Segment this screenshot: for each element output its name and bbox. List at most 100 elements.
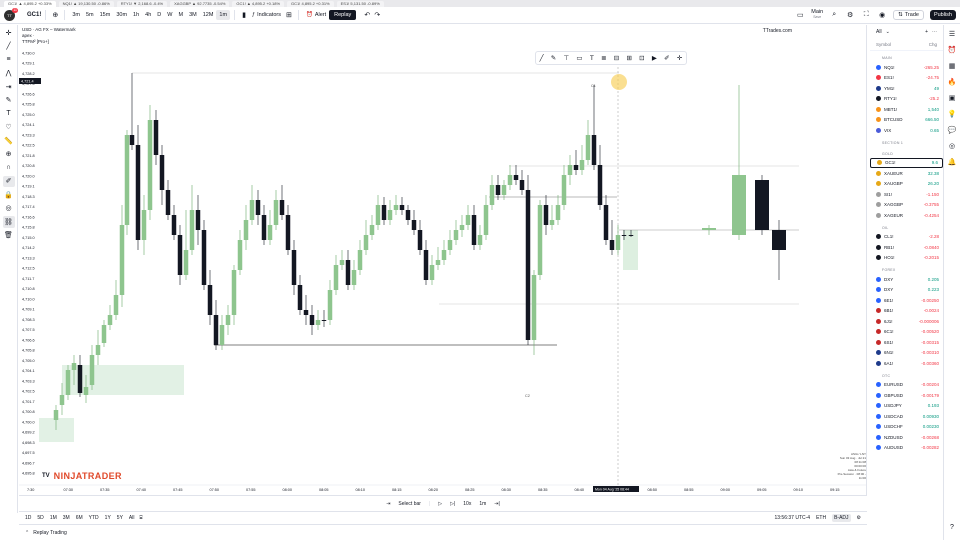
templates-icon[interactable]: ⊞ — [284, 10, 294, 20]
add-icon[interactable]: + — [925, 29, 928, 35]
watchlist-section-header[interactable]: SECTION 1 — [870, 136, 943, 147]
watchlist-row[interactable]: NZDUSD -0.00268 — [870, 432, 943, 443]
watchlist-row[interactable]: DXY 0.223 — [870, 285, 943, 296]
interval-1m[interactable]: 1m — [216, 10, 231, 20]
layout-selector[interactable]: Main Save — [811, 9, 823, 20]
trade-button[interactable]: ⇅ Trade — [893, 10, 924, 20]
chevron-down-icon[interactable]: ⌄ — [886, 29, 890, 35]
data-window-icon[interactable]: ▦ — [947, 61, 957, 71]
calendar-icon[interactable]: ⌸ — [139, 515, 142, 521]
col-symbol[interactable]: Symbol — [876, 42, 891, 47]
trendline-icon[interactable]: ╱ — [3, 41, 15, 53]
watchlist-row[interactable]: CL1! -2.28 — [870, 232, 943, 243]
range-1d[interactable]: 1D — [25, 515, 31, 521]
hotlists-icon[interactable]: 🔥 — [947, 77, 957, 87]
position-tool-icon[interactable]: ⊞ — [626, 54, 631, 62]
watchlist-row[interactable]: GC1! 9.6 — [870, 157, 943, 168]
range-5y[interactable]: 5Y — [117, 515, 123, 521]
watchlist-row[interactable]: 6S1! -0.00315 — [870, 337, 943, 348]
eye-icon[interactable]: ◎ — [3, 203, 15, 215]
interval-d[interactable]: D — [154, 12, 164, 18]
fullscreen-icon[interactable]: ⛶ — [861, 10, 871, 20]
interval-15m[interactable]: 15m — [97, 12, 114, 18]
browser-tab[interactable]: NQ1! ▲ 19,130.50 -0.86% — [58, 0, 114, 7]
symbol-search[interactable]: GC1! — [23, 10, 47, 20]
browser-tab[interactable]: GC1! ▲ 4,895.2 +0.18% — [232, 0, 285, 7]
replay-button[interactable]: Replay — [329, 10, 357, 20]
watchlist-row[interactable]: 6J1! -0.000006 — [870, 316, 943, 327]
watchlist-row[interactable]: USDCHF 0.00230 — [870, 422, 943, 433]
brush-icon[interactable]: ✎ — [3, 95, 15, 107]
notifications-icon[interactable]: 🔔 — [947, 157, 957, 167]
chevron-up-icon[interactable]: ⌃ — [25, 530, 29, 536]
watchlist-row[interactable]: USDJPY 0.193 — [870, 401, 943, 412]
interval-5m[interactable]: 5m — [83, 12, 97, 18]
browser-tab[interactable]: RTY1! ▼ 2,168.6 -0.4% — [116, 0, 168, 7]
watchlist-section-header[interactable]: OIL — [870, 221, 943, 232]
settings-icon[interactable]: ⚙ — [845, 10, 855, 20]
trash-icon[interactable]: 🗑 — [3, 230, 15, 242]
speed-selector[interactable]: 10x — [463, 501, 471, 507]
chat-icon[interactable]: 💬 — [947, 125, 957, 135]
indicators-button[interactable]: ƒ Indicators — [249, 11, 284, 19]
watchlist-row[interactable]: BTCUSD 666.50 — [870, 115, 943, 126]
replay-interval[interactable]: 1m — [479, 501, 486, 507]
range-ytd[interactable]: YTD — [89, 515, 99, 521]
browser-tab[interactable]: GC1! ▲ 4,895.2 +0.33% — [4, 0, 56, 7]
browser-tab[interactable]: XAGGBP ▲ 92.7735 -0.54% — [170, 0, 230, 7]
watchlist-row[interactable]: VIX 0.65 — [870, 125, 943, 136]
crosshair-icon[interactable]: ✛ — [3, 27, 15, 39]
watchlist-row[interactable]: DXY 0.205 — [870, 274, 943, 285]
play-tool-icon[interactable]: ▶ — [652, 54, 657, 62]
watchlist-row[interactable]: XAGEUR -0.4254 — [870, 210, 943, 221]
watchlist-section-header[interactable]: OTC — [870, 369, 943, 380]
settings-icon[interactable]: ⚙ — [857, 515, 861, 521]
interval-30m[interactable]: 30m — [113, 12, 130, 18]
step-forward-icon[interactable]: ▷| — [450, 501, 455, 507]
interval-1h[interactable]: 1h — [130, 12, 142, 18]
watchlist-icon[interactable]: ☰ — [947, 29, 957, 39]
watchlist-row[interactable]: USDCAD 0.00930 — [870, 411, 943, 422]
help-icon[interactable]: ? — [947, 522, 957, 532]
adjustment-toggle[interactable]: B-ADJ — [832, 514, 851, 522]
measure-tool-icon[interactable]: ⊤ — [564, 54, 570, 62]
pen-tool-icon[interactable]: ✎ — [551, 54, 556, 62]
chart-pane[interactable]: 4,730.0 4,729.1 4,728.2 4,727.4 4,726.6 4,725… — [19, 25, 867, 495]
watchlist-row[interactable]: 6A1! -0.00360 — [870, 358, 943, 369]
range-tool-icon[interactable]: ⊟ — [614, 54, 619, 62]
browser-tab[interactable]: ES1! 5,131.50 -0.89% — [336, 0, 384, 7]
interval-12m[interactable]: 12M — [200, 12, 217, 18]
range-all[interactable]: All — [129, 515, 135, 521]
col-chg[interactable]: Chg — [929, 42, 937, 47]
watchlist-row[interactable]: MBT1! 1,540 — [870, 104, 943, 115]
more-icon[interactable]: ⋯ — [932, 29, 937, 35]
legend-line-3[interactable]: TTFM² [Pro+] — [22, 39, 76, 45]
watchlist-section-header[interactable]: GOLD — [870, 147, 943, 158]
chart-type-icon[interactable]: ▮ — [239, 10, 249, 20]
interval-3m[interactable]: 3M — [186, 12, 200, 18]
watchlist-row[interactable]: 6N1! -0.00310 — [870, 348, 943, 359]
candlestick-chart[interactable]: 4,730.04,729.14,728.24,727.44,726.64,725… — [19, 25, 867, 495]
lock-icon[interactable]: 🔒 — [3, 189, 15, 201]
projection-tool-icon[interactable]: ⊡ — [639, 54, 644, 62]
publish-button[interactable]: Publish — [929, 10, 956, 20]
watchlist-row[interactable]: RB1! -0.0840 — [870, 242, 943, 253]
watchlist-row[interactable]: YM1! 49 — [870, 83, 943, 94]
interval-m[interactable]: M — [175, 12, 186, 18]
link-icon[interactable]: ⛓ — [2, 216, 15, 228]
jump-to-realtime-icon[interactable]: ⇥| — [494, 501, 500, 507]
interval-w[interactable]: W — [164, 12, 175, 18]
add-symbol-icon[interactable]: ⊕ — [50, 10, 60, 20]
range-5d[interactable]: 5D — [37, 515, 43, 521]
calendar-icon[interactable]: ▣ — [947, 93, 957, 103]
interval-4h[interactable]: 4h — [142, 12, 154, 18]
alerts-icon[interactable]: ⏰ — [947, 45, 957, 55]
watchlist-row[interactable]: 6B1! -0.0024 — [870, 306, 943, 317]
interval-3m[interactable]: 3m — [69, 12, 83, 18]
rect-tool-icon[interactable]: ▭ — [576, 54, 582, 62]
play-icon[interactable]: ▷ — [438, 501, 442, 507]
user-avatar[interactable]: TT 11 — [4, 7, 18, 21]
ideas-icon[interactable]: 💡 — [947, 109, 957, 119]
ruler-icon[interactable]: 📏 — [3, 135, 15, 147]
replay-trading-tab[interactable]: Replay Trading — [33, 530, 67, 536]
